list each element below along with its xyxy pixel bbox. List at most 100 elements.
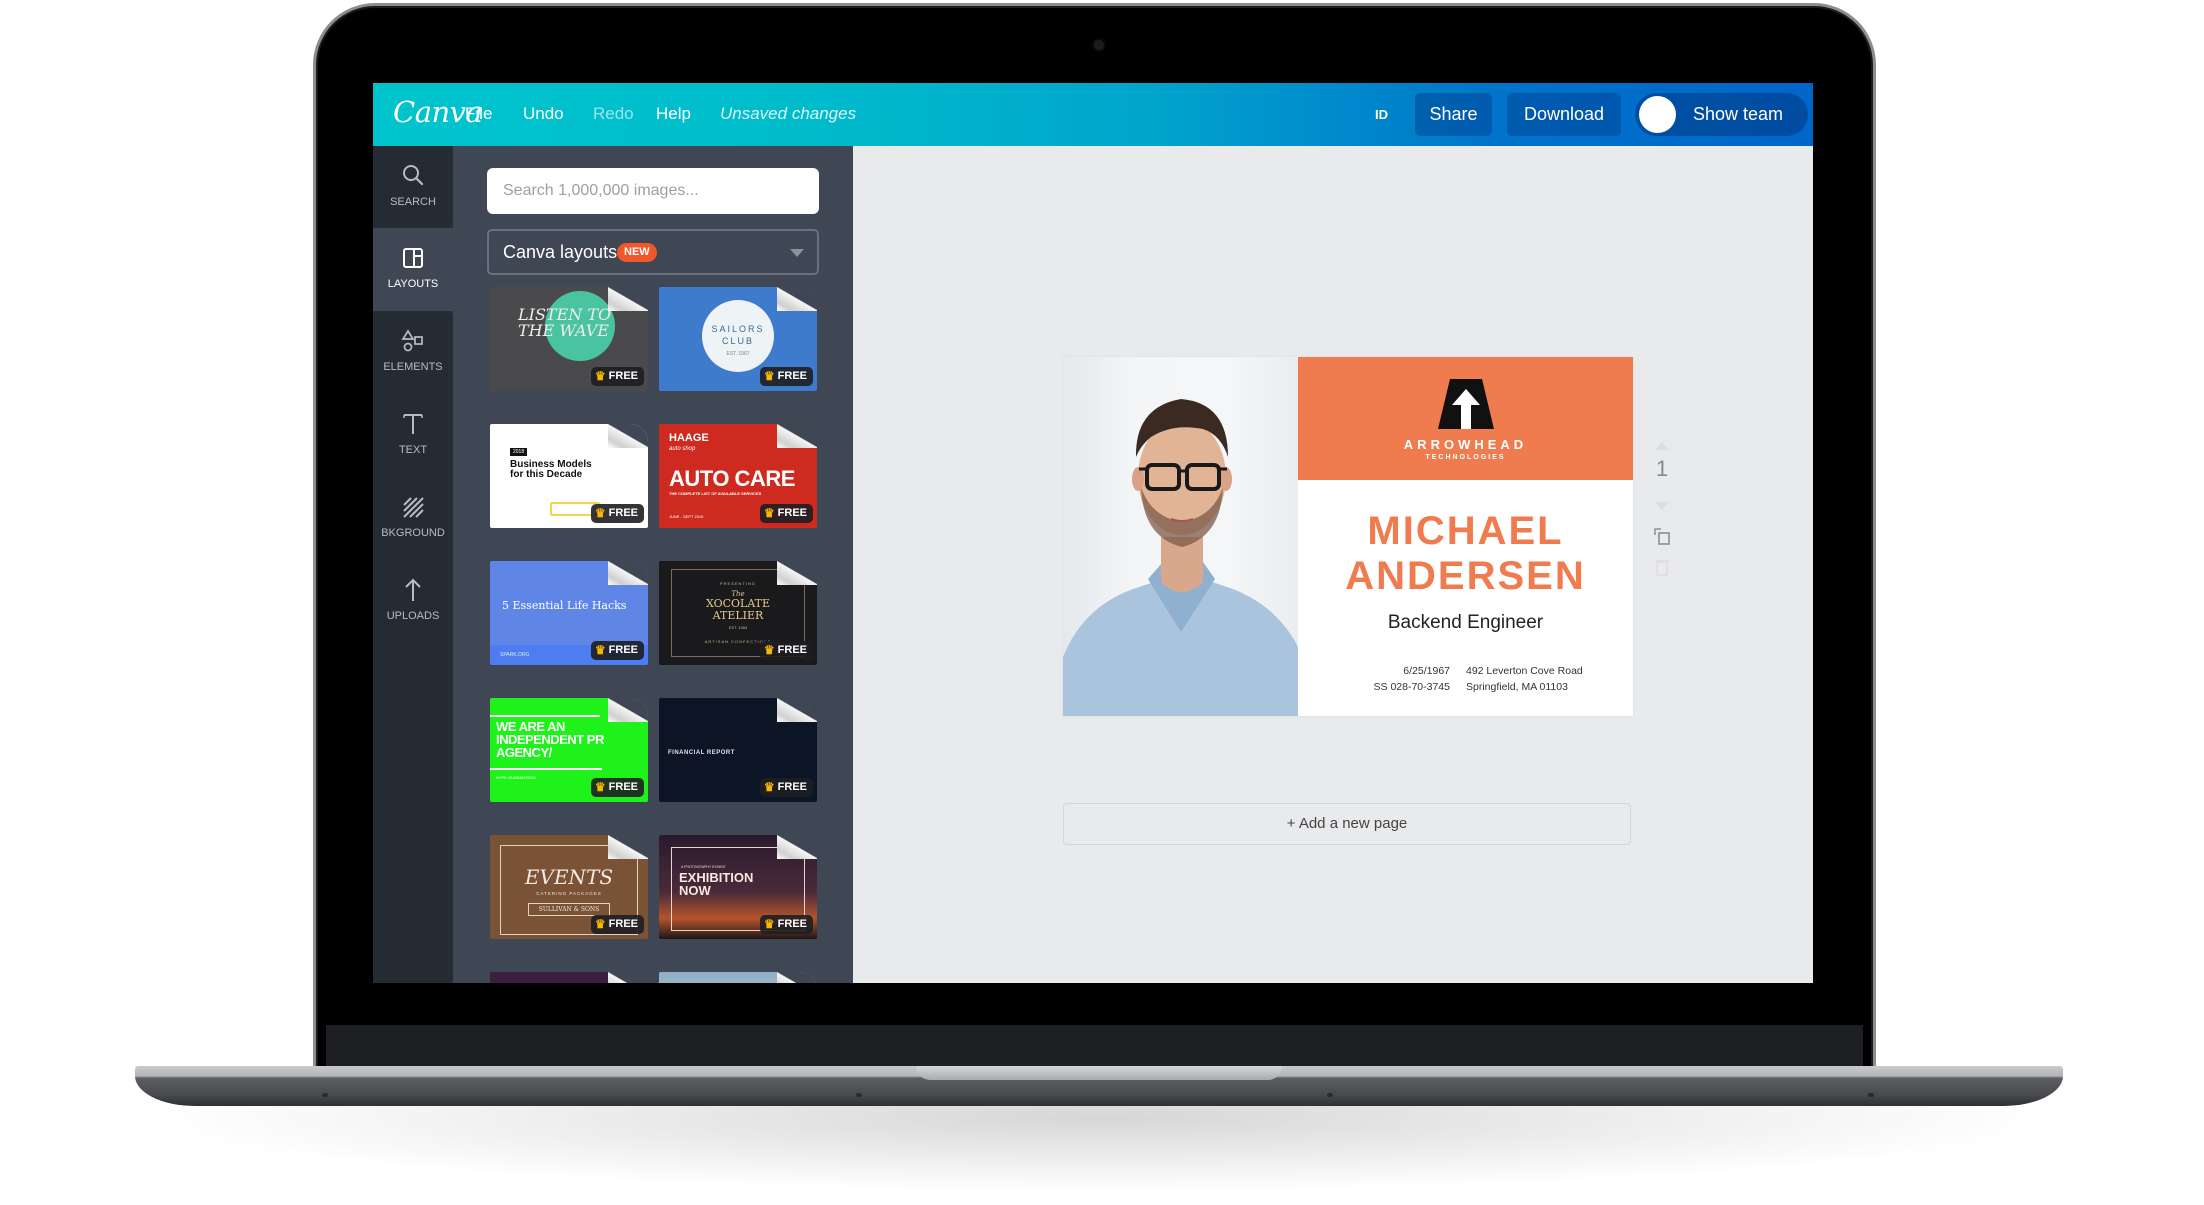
free-badge: ♛ FREE (590, 367, 644, 386)
crown-icon: ♛ (763, 780, 775, 794)
page-curl (608, 972, 648, 983)
sidebar-item-layouts[interactable]: LAYOUTS (373, 228, 453, 311)
laptop-foot (1327, 1093, 1333, 1097)
template-title: WE ARE AN INDEPENDENT PR AGENCY/ (496, 719, 604, 760)
sidebar-item-uploads[interactable]: UPLOADS (373, 560, 453, 643)
crown-icon: ♛ (594, 917, 606, 931)
last-name[interactable]: ANDERSEN (1298, 554, 1633, 599)
laptop-notch (916, 1066, 1282, 1080)
template-subtitle: EST. 1984 (728, 625, 748, 630)
template-card[interactable]: PRESENTING The XOCOLATE ATELIER EST. 198… (659, 561, 817, 665)
template-subtitle: CATERING PACKAGES (536, 891, 602, 896)
menu-redo[interactable]: Redo (593, 104, 634, 124)
sidebar-label: SEARCH (390, 196, 436, 208)
laptop-chin (326, 1025, 1863, 1067)
sidebar-label: TEXT (398, 444, 428, 456)
download-button[interactable]: Download (1507, 93, 1621, 136)
template-title: XOCOLATE ATELIER (705, 597, 771, 622)
free-badge: ♛ FREE (759, 915, 813, 934)
first-name[interactable]: MICHAEL (1298, 509, 1633, 554)
page-up-button[interactable] (1650, 436, 1674, 455)
job-title[interactable]: Backend Engineer (1298, 612, 1633, 634)
sidebar-item-text[interactable]: TEXT (373, 394, 453, 477)
template-card[interactable]: SAILORS CLUB EST. 1967 ♛ FREE (659, 287, 817, 391)
trash-icon (1655, 560, 1669, 576)
address-block[interactable]: 492 Leverton Cove Road Springfield, MA 0… (1466, 663, 1583, 695)
template-card[interactable]: WE ARE AN INDEPENDENT PR AGENCY/ HYPE GU… (490, 698, 648, 802)
id-card-design[interactable]: ARROWHEAD TECHNOLOGIES MICHAEL ANDERSEN … (1063, 357, 1633, 716)
personal-info[interactable]: 6/25/1967 SS 028-70-3745 (1353, 663, 1450, 695)
profile-photo[interactable] (1063, 357, 1298, 716)
duplicate-page-button[interactable] (1650, 526, 1674, 550)
template-card[interactable]: FINANCIAL REPORT ♛ FREE (659, 698, 817, 802)
menu-undo[interactable]: Undo (523, 104, 564, 124)
template-tag: 2018 (510, 448, 528, 456)
left-sidebar: SEARCH LAYOUTS ELEMENTS TEXT BKGROUND UP… (373, 146, 453, 983)
template-pre: A PHOTOGRAPHY EXHIBIT (681, 865, 726, 869)
address-line-2: Springfield, MA 01103 (1466, 681, 1568, 693)
shapes-icon (401, 329, 423, 352)
crown-icon: ♛ (594, 780, 606, 794)
laptop-foot (1868, 1093, 1874, 1097)
page-number: 1 (1655, 456, 1669, 481)
template-card[interactable] (490, 972, 648, 983)
menu-file[interactable]: File (465, 104, 492, 124)
upload-arrow-icon (405, 578, 421, 601)
free-badge: ♛ FREE (590, 778, 644, 797)
template-subtitle: EST. 1967 (726, 351, 750, 357)
page-curl (608, 424, 648, 448)
sidebar-item-search[interactable]: SEARCH (373, 146, 453, 229)
template-card[interactable]: A PHOTOGRAPHY EXHIBIT EXHIBITION NOW ♛ FR… (659, 835, 817, 939)
free-badge: ♛ FREE (590, 504, 644, 523)
template-card[interactable]: 5 Essential Life Hacks SPARK.ORG ♛ FREE (490, 561, 648, 665)
crown-icon: ♛ (594, 369, 606, 383)
template-card[interactable]: HAAGE auto shop AUTO CARE THE COMPLETE L… (659, 424, 817, 528)
sidebar-item-elements[interactable]: ELEMENTS (373, 311, 453, 394)
layouts-icon (403, 248, 423, 268)
page-down-button[interactable] (1650, 496, 1674, 515)
template-card[interactable]: 2018 Business Models for this Decade ♛ FR… (490, 424, 648, 528)
sidebar-label: UPLOADS (386, 610, 440, 622)
layouts-dropdown[interactable]: Canva layouts NEW (487, 229, 819, 275)
template-card[interactable]: EVENTS CATERING PACKAGES SULLIVAN & SONS… (490, 835, 648, 939)
template-title: FINANCIAL REPORT (668, 750, 735, 756)
show-team-button[interactable]: Show team (1635, 93, 1808, 136)
page-curl (608, 835, 648, 859)
template-footer: HYPE GUARANTEED (496, 775, 536, 780)
company-tagline: TECHNOLOGIES (1425, 454, 1506, 461)
company-name: ARROWHEAD (1403, 437, 1528, 452)
template-card[interactable] (659, 972, 817, 983)
free-badge: ♛ FREE (759, 778, 813, 797)
delete-page-button[interactable] (1650, 558, 1674, 580)
page-curl (777, 835, 817, 859)
template-title: 5 Essential Life Hacks (502, 599, 627, 612)
add-new-page-button[interactable]: + Add a new page (1063, 803, 1631, 845)
text-icon (403, 414, 423, 434)
template-title: AUTO CARE (669, 466, 795, 491)
chevron-up-icon (1655, 442, 1669, 450)
template-footer: SPARK.ORG (500, 652, 530, 658)
template-title: EXHIBITION NOW (679, 870, 754, 898)
template-rule (490, 768, 602, 770)
image-search-input[interactable] (487, 168, 819, 214)
share-button[interactable]: Share (1415, 93, 1492, 136)
laptop-shadow (170, 1100, 2030, 1190)
chevron-down-icon (1655, 502, 1669, 510)
page-curl (608, 561, 648, 585)
company-header[interactable]: ARROWHEAD TECHNOLOGIES (1298, 357, 1633, 480)
ss-number: SS 028-70-3745 (1373, 681, 1450, 693)
address-line-1: 492 Leverton Cove Road (1466, 665, 1583, 677)
sidebar-item-background[interactable]: BKGROUND (373, 477, 453, 560)
new-badge: NEW (617, 243, 657, 262)
duplicate-icon (1654, 528, 1670, 545)
menu-help[interactable]: Help (656, 104, 691, 124)
show-team-label: Show team (1693, 104, 1784, 124)
save-status: Unsaved changes (720, 104, 857, 123)
sidebar-label: ELEMENTS (383, 361, 443, 373)
page-curl (777, 698, 817, 722)
id-card-label[interactable]: ID (1375, 107, 1388, 122)
template-subtitle: THE COMPLETE LIST OF AVAILABLE SERVICES (669, 491, 762, 496)
template-card[interactable]: LISTEN TO THE WAVE ♛ FREE (490, 287, 648, 391)
arrowhead-logo-icon (1438, 379, 1494, 429)
template-rule (490, 715, 600, 717)
